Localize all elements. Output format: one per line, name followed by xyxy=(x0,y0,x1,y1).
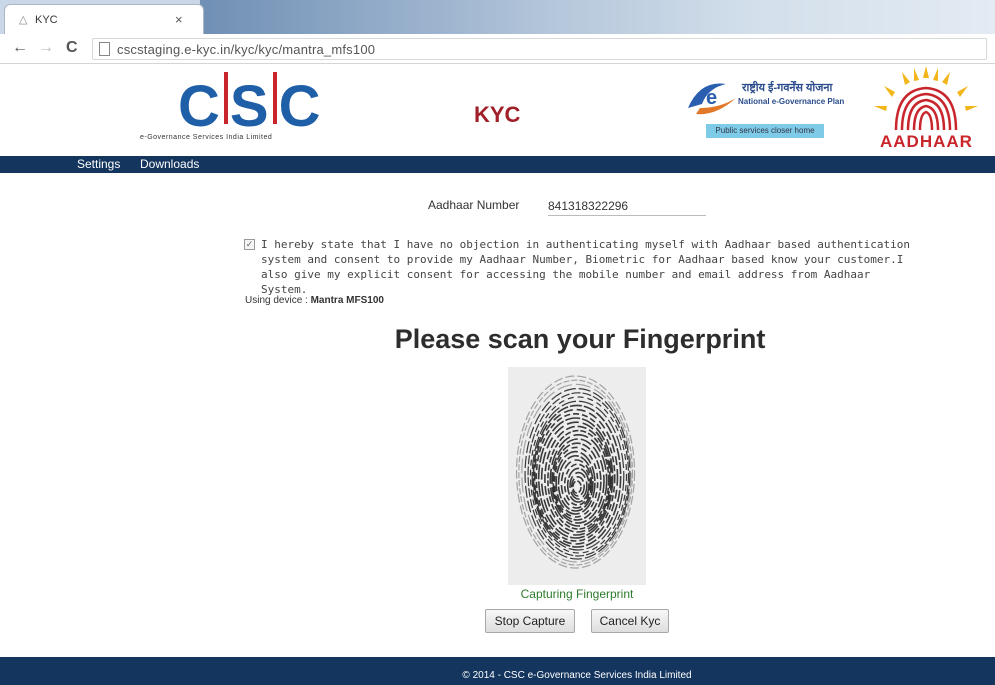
aadhaar-number-label: Aadhaar Number xyxy=(428,198,520,212)
egov-hindi-text: राष्ट्रीय ई-गवर्नेंस योजना xyxy=(742,82,833,94)
csc-logo-letters: CSC xyxy=(178,72,323,139)
csc-logo: CSC e-Governance Services India Limited xyxy=(140,72,330,152)
tab-title: KYC xyxy=(35,14,58,26)
tabstrip-background xyxy=(200,0,995,34)
device-info: Using device : Mantra MFS100 xyxy=(245,295,384,306)
page-favicon-icon: △ xyxy=(19,14,28,26)
main-navbar: Settings Downloads xyxy=(0,156,995,173)
fingerprint-ridge xyxy=(533,408,619,545)
csc-logo-subtitle: e-Governance Services India Limited xyxy=(140,134,273,141)
svg-text:e: e xyxy=(706,87,717,109)
forward-arrow-icon[interactable]: → xyxy=(38,39,54,57)
site-footer: © 2014 - CSC e-Governance Services India… xyxy=(0,657,995,685)
cancel-kyc-button[interactable]: Cancel Kyc xyxy=(591,609,669,633)
aadhaar-sun-icon xyxy=(874,66,978,131)
browser-tabstrip: △ KYC × xyxy=(0,0,995,34)
browser-toolbar: ← → C cscstaging.e-kyc.in/kyc/kyc/mantra… xyxy=(0,34,995,64)
site-header: CSC e-Governance Services India Limited … xyxy=(0,64,995,156)
egov-mark-icon: e xyxy=(688,83,736,115)
scan-title: Please scan your Fingerprint xyxy=(394,324,766,354)
aadhaar-number-input[interactable] xyxy=(548,196,706,216)
egov-logo: e राष्ट्रीय ई-गवर्नेंस योजना National e-… xyxy=(686,76,846,148)
fingerprint-ridge xyxy=(572,480,582,494)
address-bar[interactable]: cscstaging.e-kyc.in/kyc/kyc/mantra_mfs10… xyxy=(92,38,987,60)
footer-copyright: © 2014 - CSC e-Governance Services India… xyxy=(462,670,692,681)
device-name: Mantra MFS100 xyxy=(310,295,384,306)
kyc-title: KYC xyxy=(474,102,521,127)
fingerprint-image xyxy=(515,375,636,569)
consent-checkbox[interactable]: ✓ xyxy=(244,239,255,250)
fingerprint-preview xyxy=(508,367,646,585)
aadhaar-logo: AADHAAR xyxy=(862,64,990,156)
stop-capture-button[interactable]: Stop Capture xyxy=(485,609,575,633)
egov-slogan: Public services closer home xyxy=(706,124,824,138)
nav-item-downloads[interactable]: Downloads xyxy=(140,157,199,171)
aadhaar-wordmark: AADHAAR xyxy=(880,132,973,151)
page-icon xyxy=(99,42,110,56)
egov-name: National e-Governance Plan xyxy=(738,97,845,106)
reload-icon[interactable]: C xyxy=(66,39,78,57)
browser-tab[interactable]: △ KYC × xyxy=(4,4,204,34)
device-prefix: Using device : xyxy=(245,295,311,306)
back-arrow-icon[interactable]: ← xyxy=(12,39,28,57)
url-text: cscstaging.e-kyc.in/kyc/kyc/mantra_mfs10… xyxy=(117,42,376,57)
tab-close-icon[interactable]: × xyxy=(175,12,183,27)
nav-item-settings[interactable]: Settings xyxy=(77,157,120,171)
consent-text: I hereby state that I have no objection … xyxy=(261,238,911,296)
capture-status: Capturing Fingerprint xyxy=(520,587,634,601)
